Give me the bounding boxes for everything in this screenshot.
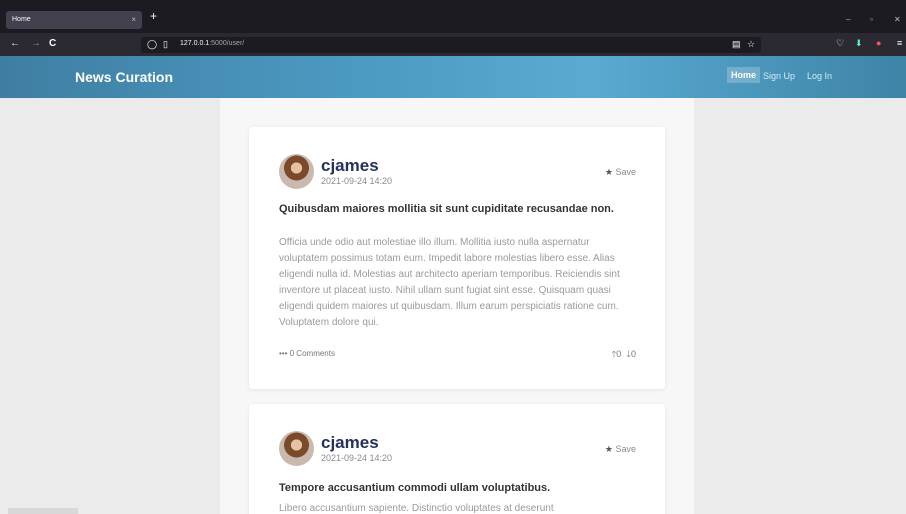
site-brand[interactable]: News Curation <box>75 69 173 85</box>
extension-icon[interactable]: ● <box>876 38 881 48</box>
browser-toolbar: ← → C ◯ ▯ 127.0.0.1:5000/user/ ▤ ☆ ♡ ⬇ ●… <box>0 33 906 56</box>
post-body: Libero accusantium sapiente. Distinctio … <box>279 503 554 514</box>
shield-icon[interactable]: ◯ <box>147 39 157 50</box>
minimize-button[interactable]: – <box>846 15 850 24</box>
post-body: Officia unde odio aut molestiae illo ill… <box>279 237 620 328</box>
vote-controls: 🡑0 🡓0 <box>612 347 636 363</box>
restore-button[interactable]: ▫ <box>870 15 873 24</box>
menu-icon[interactable]: ≡ <box>897 38 902 48</box>
post-card: cjames 2021-09-24 14:20 ★ Save Quibusdam… <box>249 127 665 389</box>
save-label: Save <box>615 444 636 454</box>
avatar[interactable] <box>279 431 314 466</box>
post-date: 2021-09-24 14:20 <box>321 176 393 186</box>
post-date: 2021-09-24 14:20 <box>321 453 393 463</box>
post-title[interactable]: Quibusdam maiores mollitia sit sunt cupi… <box>279 202 629 216</box>
comments-link[interactable]: ••• 0 Comments <box>279 349 335 358</box>
star-icon: ★ <box>604 444 613 454</box>
save-button[interactable]: ★ Save <box>605 167 636 178</box>
post-card: cjames 2021-09-24 14:20 ★ Save Tempore a… <box>249 404 665 514</box>
forward-button[interactable]: → <box>31 38 41 49</box>
url-path: :5000/user/ <box>209 40 245 47</box>
tab-close-icon[interactable]: × <box>131 11 136 29</box>
status-overlay <box>8 508 78 514</box>
tab-strip: Home × + – ▫ ✕ <box>0 0 906 33</box>
site-navbar: News Curation Home Sign Up Log In <box>0 56 906 98</box>
post-author[interactable]: cjames <box>321 156 379 176</box>
url-text[interactable]: 127.0.0.1:5000/user/ <box>180 40 244 47</box>
downloads-icon[interactable]: ⬇ <box>855 38 863 49</box>
close-window-button[interactable]: ✕ <box>894 15 901 24</box>
save-button[interactable]: ★ Save <box>605 444 636 455</box>
nav-log-in[interactable]: Log In <box>807 71 832 81</box>
nav-home[interactable]: Home <box>727 67 761 83</box>
save-label: Save <box>615 167 636 177</box>
nav-sign-up[interactable]: Sign Up <box>763 71 795 81</box>
browser-tab[interactable]: Home × <box>6 11 142 29</box>
reader-view-icon[interactable]: ▤ <box>732 39 741 50</box>
post-author[interactable]: cjames <box>321 433 379 453</box>
url-host: 127.0.0.1 <box>180 40 210 47</box>
pocket-icon[interactable]: ♡ <box>836 38 844 49</box>
downvote-count: 0 <box>630 349 636 359</box>
star-icon: ★ <box>604 167 613 177</box>
upvote-count: 0 <box>616 349 622 359</box>
page-info-icon[interactable]: ▯ <box>163 39 168 50</box>
post-title[interactable]: Tempore accusantium commodi ullam volupt… <box>279 481 629 495</box>
avatar[interactable] <box>279 154 314 189</box>
new-tab-button[interactable]: + <box>150 9 157 23</box>
bookmark-star-icon[interactable]: ☆ <box>747 39 755 50</box>
back-button[interactable]: ← <box>10 38 20 49</box>
reload-button[interactable]: C <box>49 38 56 49</box>
tab-title: Home <box>12 16 31 23</box>
address-bar[interactable]: ◯ ▯ 127.0.0.1:5000/user/ ▤ ☆ <box>141 37 761 53</box>
browser-window: Home × + – ▫ ✕ ← → C ◯ ▯ 127.0.0.1:5000/… <box>0 0 906 514</box>
